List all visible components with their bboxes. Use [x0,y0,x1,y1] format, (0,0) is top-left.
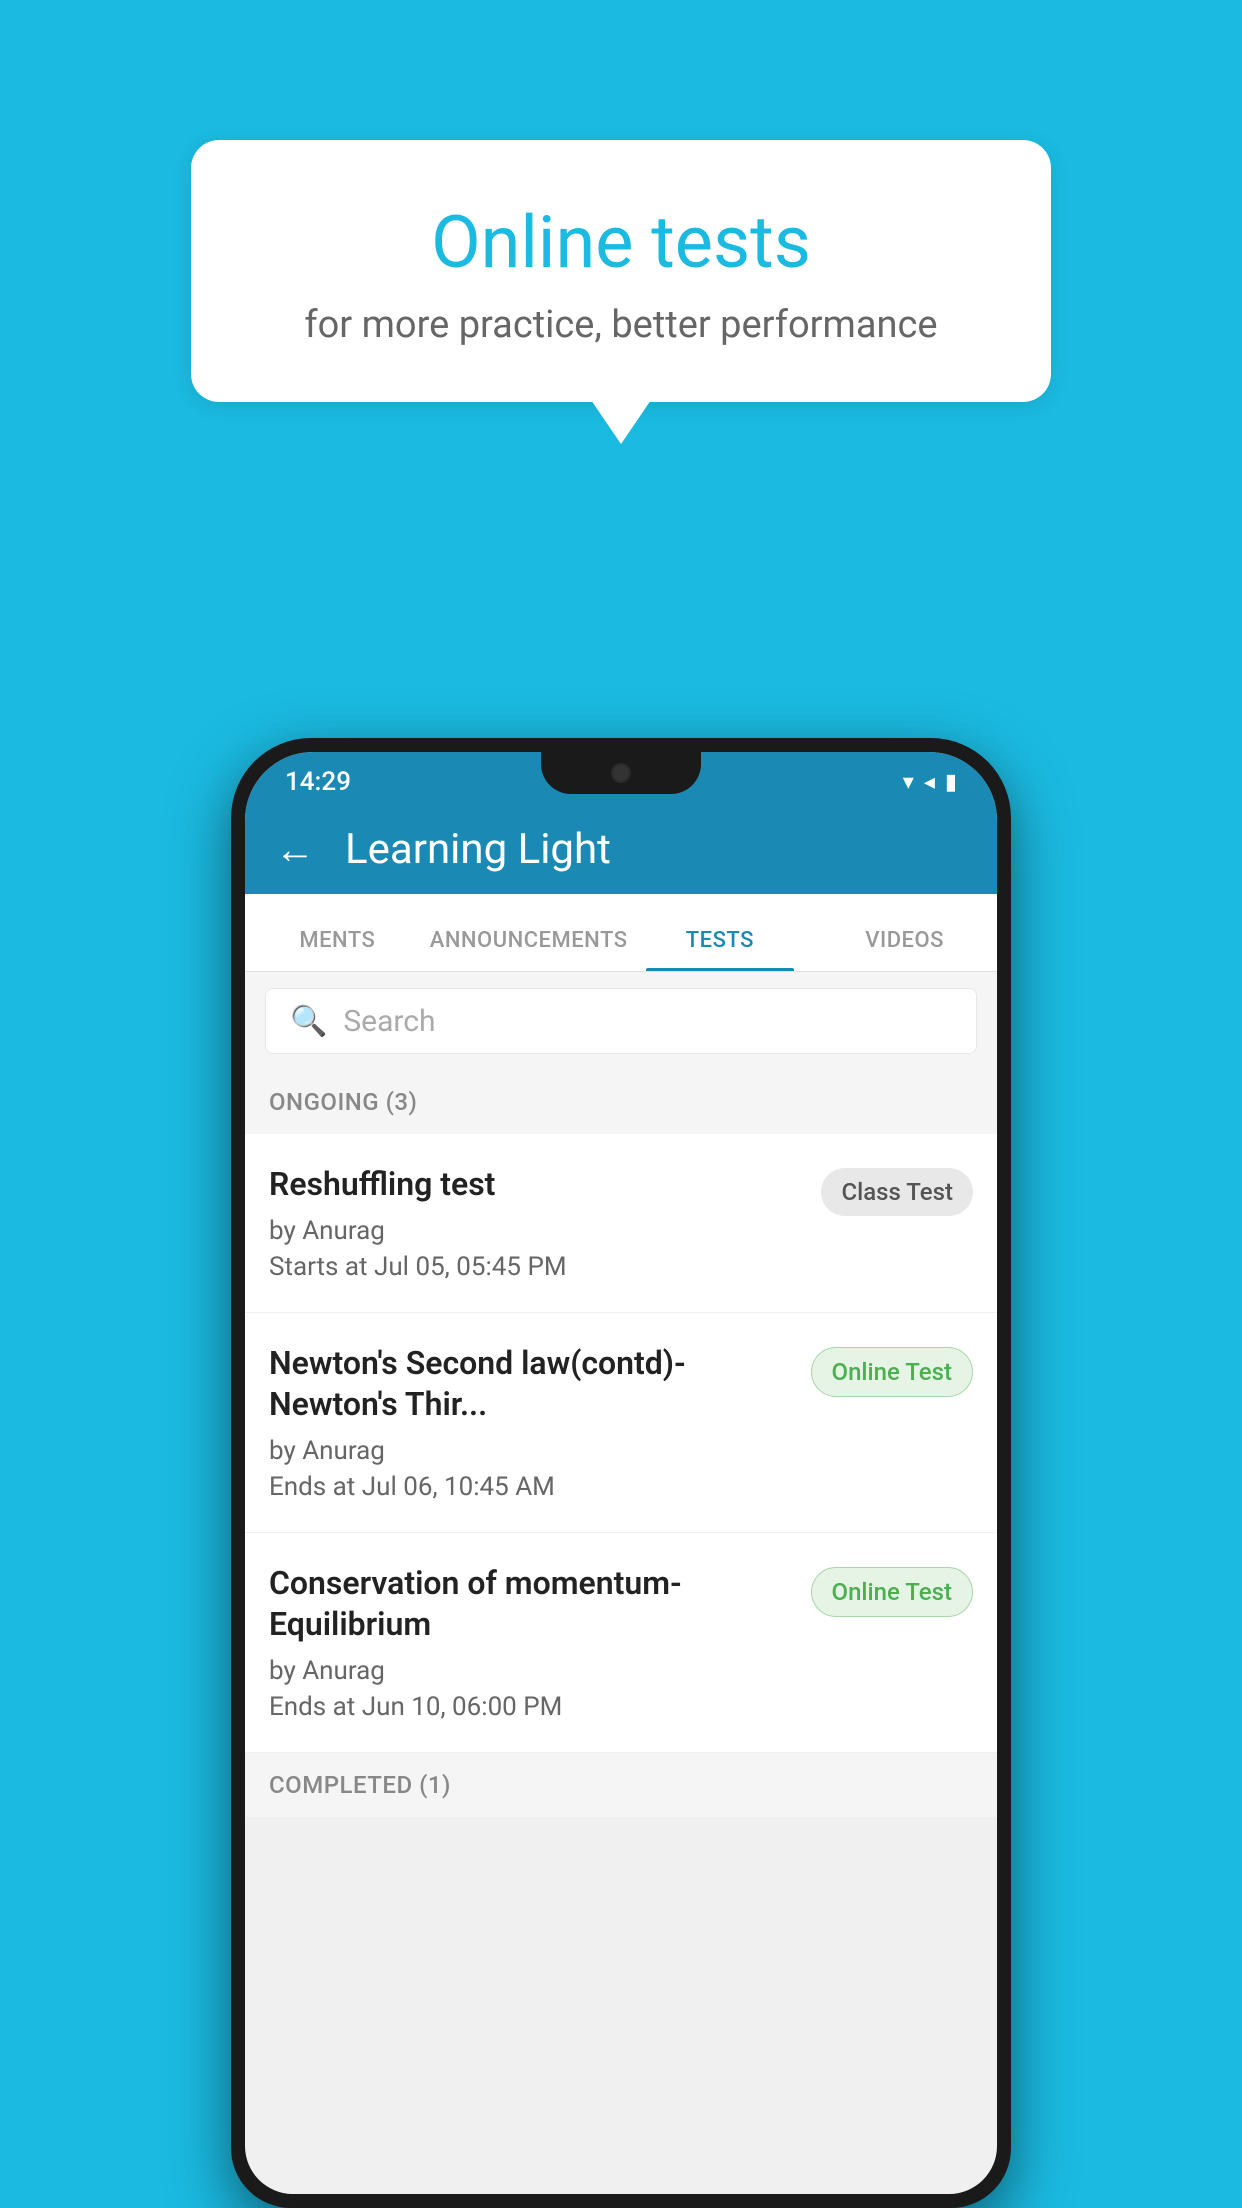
test-info-reshuffling: Reshuffling test by Anurag Starts at Jul… [269,1164,801,1282]
test-badge-conservation: Online Test [811,1567,973,1617]
search-container: 🔍 Search [245,972,997,1070]
phone-mockup: 14:29 ▾ ◂ ▮ ← Learning Light MENTS [231,738,1011,2208]
front-camera [611,763,631,783]
test-time-reshuffling: Starts at Jul 05, 05:45 PM [269,1252,801,1282]
test-title-conservation: Conservation of momentum-Equilibrium [269,1563,791,1646]
tabs-container: MENTS ANNOUNCEMENTS TESTS VIDEOS [245,894,997,972]
speech-bubble: Online tests for more practice, better p… [191,140,1051,402]
back-button[interactable]: ← [275,826,315,873]
test-badge-newtons: Online Test [811,1347,973,1397]
test-item-conservation[interactable]: Conservation of momentum-Equilibrium by … [245,1533,997,1753]
phone-notch [541,752,701,794]
ongoing-test-list: Reshuffling test by Anurag Starts at Jul… [245,1134,997,1753]
search-placeholder: Search [343,1004,435,1039]
speech-bubble-container: Online tests for more practice, better p… [191,140,1051,402]
test-item-newtons[interactable]: Newton's Second law(contd)-Newton's Thir… [245,1313,997,1533]
status-icons: ▾ ◂ ▮ [903,770,957,795]
test-item-reshuffling[interactable]: Reshuffling test by Anurag Starts at Jul… [245,1134,997,1313]
test-author-reshuffling: by Anurag [269,1216,801,1246]
search-box[interactable]: 🔍 Search [265,988,977,1054]
battery-icon: ▮ [945,770,957,795]
phone-outer: 14:29 ▾ ◂ ▮ ← Learning Light MENTS [231,738,1011,2208]
test-info-conservation: Conservation of momentum-Equilibrium by … [269,1563,791,1722]
screen-content: 14:29 ▾ ◂ ▮ ← Learning Light MENTS [245,752,997,2142]
bubble-title: Online tests [271,200,971,285]
app-bar-title: Learning Light [345,825,611,874]
tab-announcements[interactable]: ANNOUNCEMENTS [430,928,628,971]
status-time: 14:29 [285,767,351,797]
phone-screen: 14:29 ▾ ◂ ▮ ← Learning Light MENTS [245,752,997,2194]
test-badge-reshuffling: Class Test [821,1168,973,1216]
tab-tests[interactable]: TESTS [628,928,813,971]
signal-icon: ◂ [924,770,935,795]
test-title-reshuffling: Reshuffling test [269,1164,801,1206]
tab-videos[interactable]: VIDEOS [812,928,997,971]
bubble-subtitle: for more practice, better performance [271,303,971,347]
test-title-newtons: Newton's Second law(contd)-Newton's Thir… [269,1343,791,1426]
completed-section-header: COMPLETED (1) [245,1753,997,1817]
test-time-newtons: Ends at Jul 06, 10:45 AM [269,1472,791,1502]
app-bar: ← Learning Light [245,804,997,894]
test-time-conservation: Ends at Jun 10, 06:00 PM [269,1692,791,1722]
test-author-conservation: by Anurag [269,1656,791,1686]
ongoing-section-header: ONGOING (3) [245,1070,997,1134]
wifi-icon: ▾ [903,770,914,795]
test-author-newtons: by Anurag [269,1436,791,1466]
test-info-newtons: Newton's Second law(contd)-Newton's Thir… [269,1343,791,1502]
search-icon: 🔍 [290,1004,327,1039]
tab-ments[interactable]: MENTS [245,928,430,971]
